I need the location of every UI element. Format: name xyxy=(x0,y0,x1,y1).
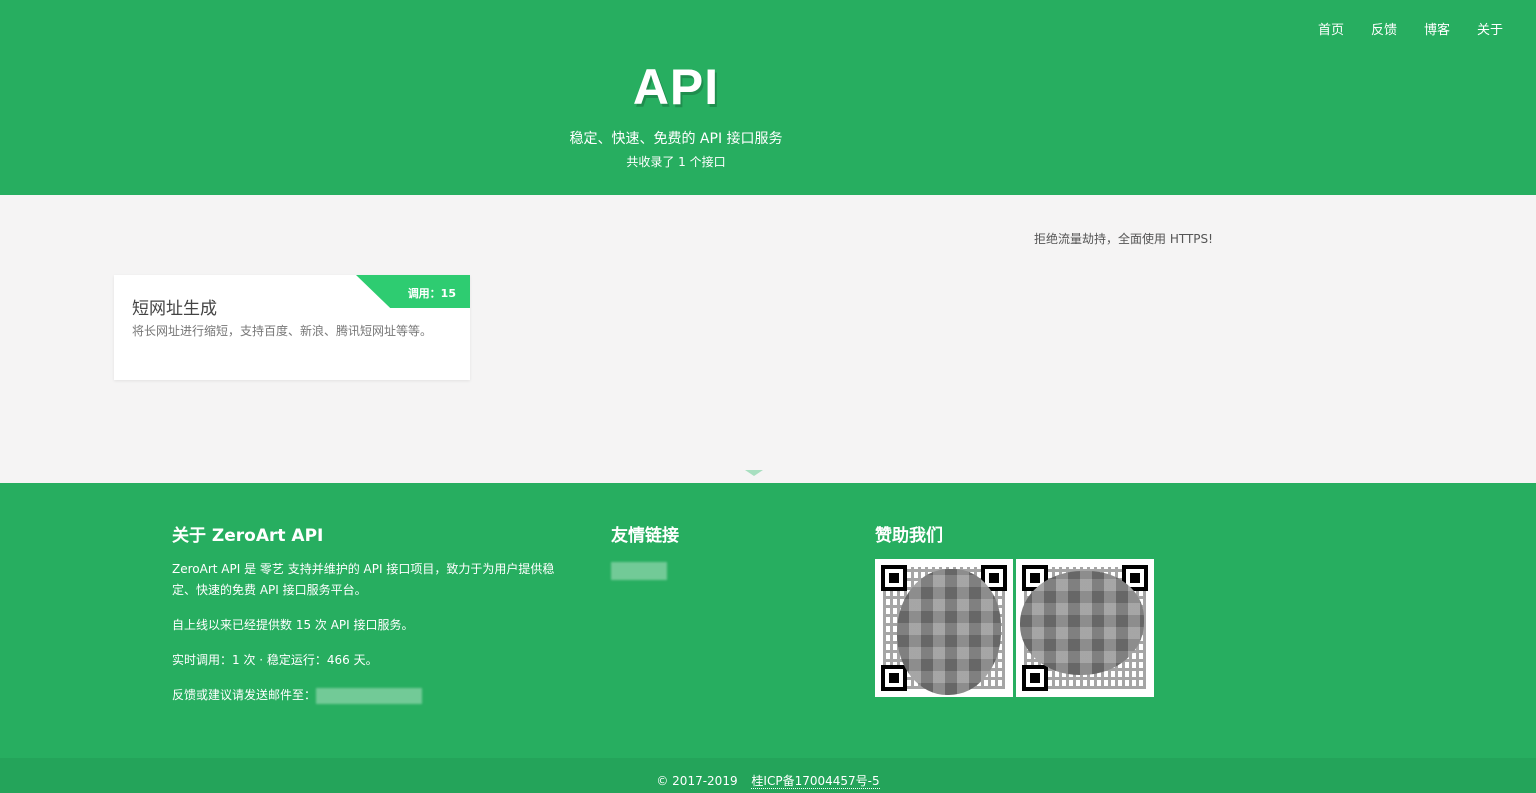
https-notice: 拒绝流量劫持，全面使用 HTTPS! xyxy=(1034,232,1213,246)
site-title[interactable]: API xyxy=(0,58,1352,116)
sponsor-qr-row xyxy=(875,559,1175,697)
footer-about: 关于 ZeroArt API ZeroArt API 是 零艺 支持并维护的 A… xyxy=(172,521,572,720)
about-description: ZeroArt API 是 零艺 支持并维护的 API 接口项目，致力于为用户提… xyxy=(172,562,555,597)
sponsor-qr-code-1 xyxy=(875,559,1013,697)
links-heading: 友情链接 xyxy=(611,526,679,546)
top-nav: 首页 反馈 博客 关于 xyxy=(1291,19,1503,38)
site-subtitle: 稳定、快速、免费的 API 接口服务 xyxy=(569,131,783,147)
nav-about-link[interactable]: 关于 xyxy=(1477,19,1503,38)
copyright-text: © 2017-2019 xyxy=(656,774,738,788)
copyright-bar: © 2017-2019 桂ICP备17004457号-5 xyxy=(0,758,1536,793)
api-card-short-url[interactable]: 调用：15 短网址生成 将长网址进行缩短，支持百度、新浪、腾讯短网址等等。 xyxy=(114,275,470,380)
about-realtime-stats: 实时调用：1 次 · 稳定运行：466 天。 xyxy=(172,653,378,667)
contact-label: 反馈或建议请发送邮件至： xyxy=(172,688,317,702)
api-count: 共收录了 1 个接口 xyxy=(626,155,726,169)
site-footer: 关于 ZeroArt API ZeroArt API 是 零艺 支持并维护的 A… xyxy=(0,483,1536,758)
friend-link-redacted[interactable] xyxy=(611,561,667,580)
contact-email-redacted[interactable] xyxy=(316,687,423,704)
footer-links: 友情链接 xyxy=(611,521,811,580)
sponsor-heading: 赞助我们 xyxy=(875,526,943,546)
footer-sponsor: 赞助我们 xyxy=(875,521,1175,697)
about-heading: 关于 ZeroArt API xyxy=(172,526,324,546)
api-card-description: 将长网址进行缩短，支持百度、新浪、腾讯短网址等等。 xyxy=(132,324,433,338)
api-card-title: 短网址生成 xyxy=(132,299,217,319)
nav-home-link[interactable]: 首页 xyxy=(1318,19,1344,38)
sponsor-qr-code-2 xyxy=(1016,559,1154,697)
nav-blog-link[interactable]: 博客 xyxy=(1424,19,1450,38)
site-header: 首页 反馈 博客 关于 API 稳定、快速、免费的 API 接口服务 共收录了 … xyxy=(0,0,1536,195)
icp-link[interactable]: 桂ICP备17004457号-5 xyxy=(751,774,880,789)
about-service-count: 自上线以来已经提供数 15 次 API 接口服务。 xyxy=(172,618,414,632)
call-count-badge: 调用：15 xyxy=(407,287,456,300)
section-arrow-icon xyxy=(745,470,763,476)
nav-feedback-link[interactable]: 反馈 xyxy=(1371,19,1397,38)
main-content: 拒绝流量劫持，全面使用 HTTPS! 调用：15 短网址生成 将长网址进行缩短，… xyxy=(0,195,1536,483)
about-contact: 反馈或建议请发送邮件至： xyxy=(172,685,572,706)
